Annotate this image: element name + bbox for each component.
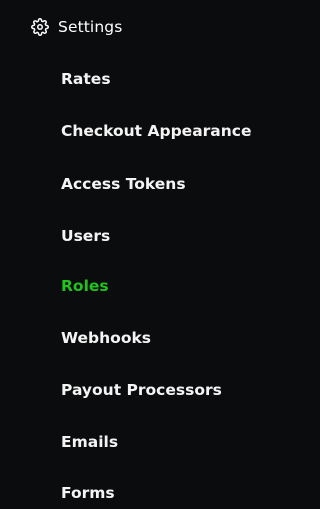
settings-section-label: Settings	[58, 18, 123, 36]
sidebar-item-payout-processors[interactable]: Payout Processors	[61, 378, 222, 402]
sidebar-item-access-tokens[interactable]: Access Tokens	[61, 172, 186, 196]
settings-sidebar: Settings Rates Checkout Appearance Acces…	[0, 0, 267, 509]
sidebar-item-forms[interactable]: Forms	[61, 481, 115, 505]
sidebar-item-webhooks[interactable]: Webhooks	[61, 326, 151, 350]
sidebar-item-users[interactable]: Users	[61, 224, 110, 248]
sidebar-item-rates[interactable]: Rates	[61, 67, 111, 91]
sidebar-item-checkout-appearance[interactable]: Checkout Appearance	[61, 119, 252, 143]
gear-icon	[30, 17, 50, 37]
settings-section-header[interactable]: Settings	[30, 14, 122, 40]
sidebar-item-emails[interactable]: Emails	[61, 430, 118, 454]
sidebar-item-roles[interactable]: Roles	[61, 274, 109, 298]
